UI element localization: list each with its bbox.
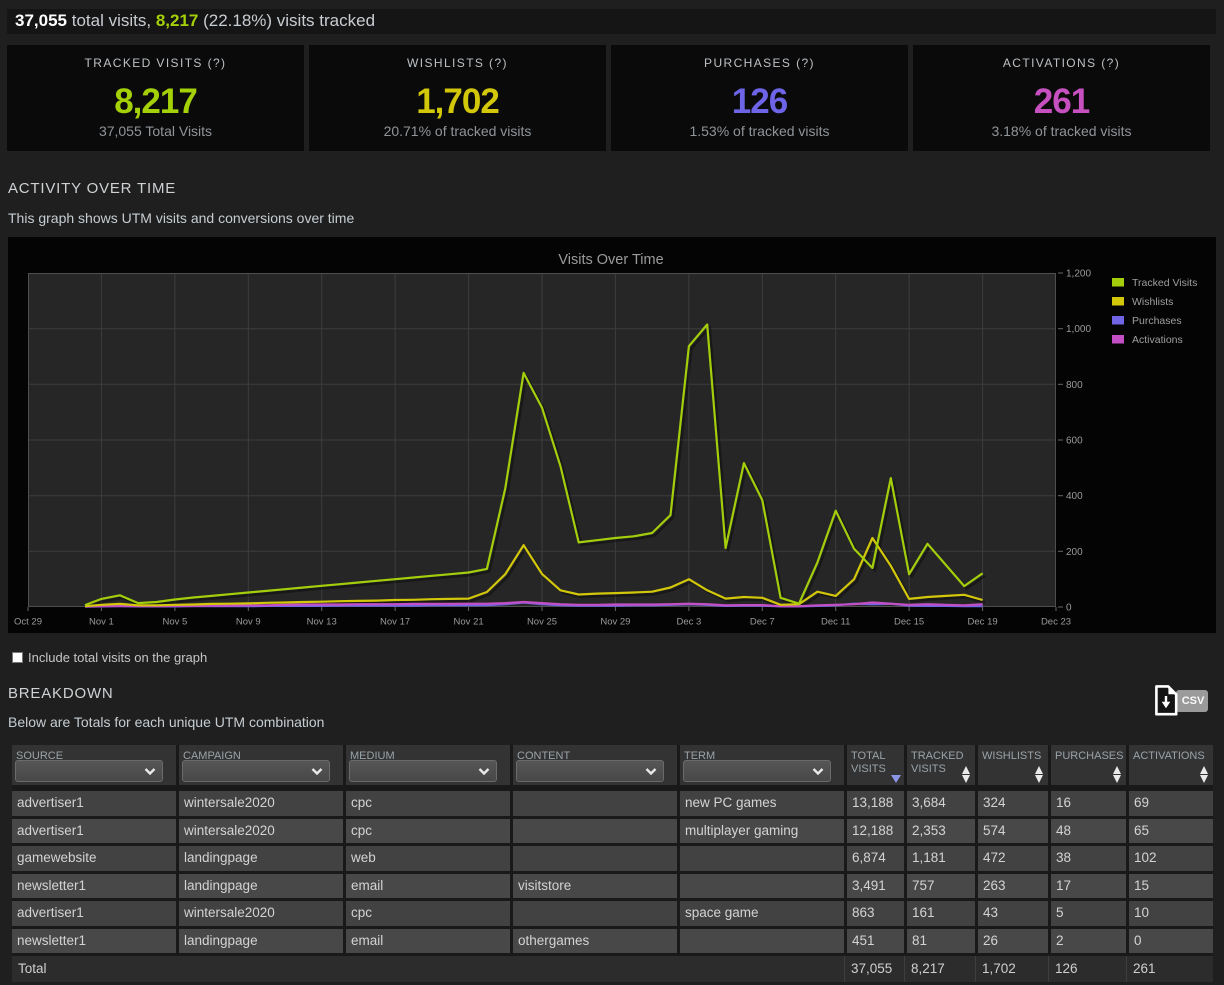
svg-text:600: 600 — [1066, 436, 1083, 447]
svg-text:Activations: Activations — [1132, 334, 1183, 346]
svg-text:400: 400 — [1066, 491, 1083, 502]
svg-text:1,000: 1,000 — [1066, 324, 1091, 335]
svg-text:Nov 13: Nov 13 — [307, 617, 337, 628]
svg-text:800: 800 — [1066, 380, 1083, 391]
svg-text:Dec 23: Dec 23 — [1041, 617, 1071, 628]
svg-text:Dec 7: Dec 7 — [750, 617, 775, 628]
svg-text:Nov 17: Nov 17 — [380, 617, 410, 628]
svg-text:Nov 1: Nov 1 — [89, 617, 114, 628]
svg-text:Nov 29: Nov 29 — [600, 617, 630, 628]
svg-text:Dec 15: Dec 15 — [894, 617, 924, 628]
svg-text:Dec 11: Dec 11 — [821, 617, 850, 628]
svg-text:Tracked Visits: Tracked Visits — [1132, 277, 1197, 289]
svg-text:Visits Over Time: Visits Over Time — [558, 252, 663, 268]
svg-text:Nov 5: Nov 5 — [162, 617, 187, 628]
svg-text:Dec 19: Dec 19 — [968, 617, 998, 628]
svg-text:Nov 9: Nov 9 — [236, 617, 261, 628]
svg-text:Nov 25: Nov 25 — [527, 617, 557, 628]
svg-text:0: 0 — [1066, 603, 1072, 614]
svg-text:1,200: 1,200 — [1066, 269, 1091, 280]
svg-text:Purchases: Purchases — [1132, 315, 1182, 327]
svg-text:Dec 3: Dec 3 — [676, 617, 701, 628]
svg-text:Wishlists: Wishlists — [1132, 296, 1173, 308]
svg-text:Nov 21: Nov 21 — [454, 617, 484, 628]
svg-text:200: 200 — [1066, 547, 1083, 558]
svg-text:Oct 29: Oct 29 — [14, 617, 42, 628]
